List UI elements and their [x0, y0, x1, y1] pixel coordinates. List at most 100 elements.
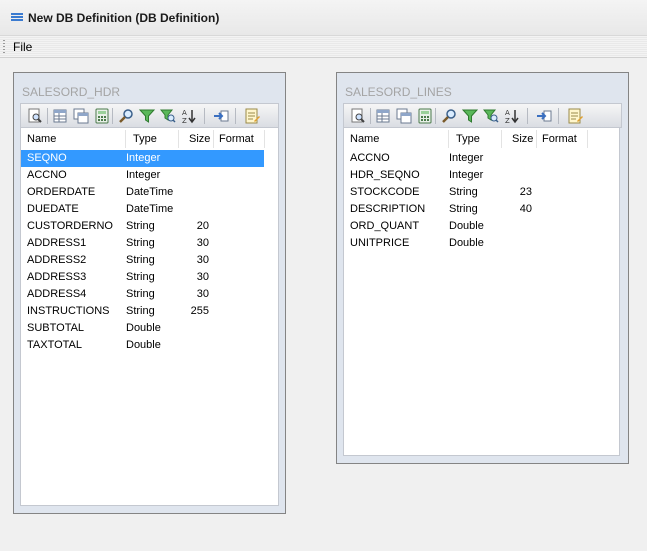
cell-size: 30 — [196, 271, 209, 283]
table-row[interactable]: ADDRESS4 String 30 — [21, 286, 264, 303]
table-row[interactable]: ACCNO Integer — [21, 167, 264, 184]
table-title: SALESORD_LINES — [345, 85, 452, 99]
table-row[interactable]: HDR_SEQNO Integer — [344, 167, 621, 184]
column-header-size[interactable]: Size — [512, 133, 533, 145]
search-icon[interactable] — [440, 107, 458, 125]
column-header-type[interactable]: Type — [456, 133, 480, 145]
table-row[interactable]: DUEDATE DateTime — [21, 201, 264, 218]
cell-size: 30 — [196, 237, 209, 249]
cell-type: DateTime — [126, 203, 174, 215]
svg-text:A: A — [505, 109, 510, 117]
fields-grid[interactable]: Name Type Size Format SEQNO Integer ACCNO I… — [20, 128, 279, 506]
column-header-name[interactable]: Name — [27, 133, 56, 145]
cell-type: String — [449, 203, 478, 215]
cell-type: String — [126, 254, 155, 266]
cell-size: 30 — [196, 288, 209, 300]
preview-icon[interactable] — [349, 107, 367, 125]
import-icon[interactable] — [535, 107, 553, 125]
sort-az-icon[interactable]: AZ — [503, 107, 521, 125]
table-panel-salesord-hdr: SALESORD_HDR AZ Name Type Size Format SE… — [13, 72, 286, 514]
cell-name: DUEDATE — [27, 203, 79, 215]
cell-type: Double — [449, 237, 484, 249]
toolbar-separator — [558, 108, 559, 124]
table-row[interactable]: ACCNO Integer — [344, 150, 621, 167]
cell-name: ORDERDATE — [27, 186, 96, 198]
table-toolbar: AZ — [343, 103, 622, 128]
table-row[interactable]: DESCRIPTION String 40 — [344, 201, 621, 218]
grid-header: Name Type Size Format — [21, 128, 278, 150]
preview-icon[interactable] — [26, 107, 44, 125]
notes-icon[interactable] — [243, 107, 261, 125]
cell-name: ORD_QUANT — [350, 220, 420, 232]
cell-type: String — [126, 237, 155, 249]
filter-icon[interactable] — [138, 107, 156, 125]
table-row[interactable]: SUBTOTAL Double — [21, 320, 264, 337]
cell-name: ADDRESS4 — [27, 288, 87, 300]
grid-icon[interactable] — [51, 107, 69, 125]
menu-grip-icon[interactable] — [3, 40, 5, 53]
db-definition-icon — [11, 13, 23, 22]
fields-grid[interactable]: Name Type Size Format ACCNO Integer HDR_SE… — [343, 128, 620, 456]
table-toolbar: AZ — [20, 103, 279, 128]
table-row[interactable]: ADDRESS3 String 30 — [21, 269, 264, 286]
table-row[interactable]: UNITPRICE Double — [344, 235, 621, 252]
cell-name: ADDRESS3 — [27, 271, 87, 283]
cell-name: ADDRESS2 — [27, 254, 87, 266]
toolbar-separator — [370, 108, 371, 124]
column-header-type[interactable]: Type — [133, 133, 157, 145]
cell-name: ACCNO — [27, 169, 67, 181]
table-row[interactable]: STOCKCODE String 23 — [344, 184, 621, 201]
cell-size: 20 — [196, 220, 209, 232]
table-row[interactable]: ORD_QUANT Double — [344, 218, 621, 235]
toolbar-separator — [527, 108, 528, 124]
cell-type: Double — [126, 339, 161, 351]
find-filter-icon[interactable] — [482, 107, 500, 125]
find-filter-icon[interactable] — [159, 107, 177, 125]
import-icon[interactable] — [212, 107, 230, 125]
toolbar-separator — [235, 108, 236, 124]
window-titlebar: New DB Definition (DB Definition) — [0, 0, 647, 36]
column-header-name[interactable]: Name — [350, 133, 379, 145]
cell-name: INSTRUCTIONS — [27, 305, 110, 317]
table-row[interactable]: ORDERDATE DateTime — [21, 184, 264, 201]
toolbar-separator — [435, 108, 436, 124]
toolbar-separator — [204, 108, 205, 124]
menu-file[interactable]: File — [13, 39, 32, 55]
cell-type: DateTime — [126, 186, 174, 198]
table-row[interactable]: SEQNO Integer — [21, 150, 264, 167]
cell-name: SUBTOTAL — [27, 322, 85, 334]
cell-name: ACCNO — [350, 152, 390, 164]
table-row[interactable]: CUSTORDERNO String 20 — [21, 218, 264, 235]
grid-icon[interactable] — [374, 107, 392, 125]
table-title: SALESORD_HDR — [22, 85, 121, 99]
cell-type: Double — [126, 322, 161, 334]
menu-bar: File — [0, 36, 647, 58]
copy-grid-icon[interactable] — [395, 107, 413, 125]
sort-az-icon[interactable]: AZ — [180, 107, 198, 125]
cell-type: Integer — [449, 169, 484, 181]
table-row[interactable]: ADDRESS2 String 30 — [21, 252, 264, 269]
cell-type: Double — [449, 220, 484, 232]
cell-type: String — [126, 305, 155, 317]
copy-grid-icon[interactable] — [72, 107, 90, 125]
table-panel-salesord-lines: SALESORD_LINES AZ Name Type Size Format … — [336, 72, 629, 464]
filter-icon[interactable] — [461, 107, 479, 125]
cell-name: SEQNO — [27, 152, 67, 164]
column-header-size[interactable]: Size — [189, 133, 210, 145]
toolbar-separator — [112, 108, 113, 124]
table-row[interactable]: INSTRUCTIONS String 255 — [21, 303, 264, 320]
calculator-icon[interactable] — [93, 107, 111, 125]
search-icon[interactable] — [117, 107, 135, 125]
calculator-icon[interactable] — [416, 107, 434, 125]
cell-name: DESCRIPTION — [350, 203, 426, 215]
column-header-format[interactable]: Format — [219, 133, 254, 145]
cell-type: Integer — [126, 152, 161, 164]
cell-type: String — [126, 271, 155, 283]
cell-name: CUSTORDERNO — [27, 220, 113, 232]
cell-size: 30 — [196, 254, 209, 266]
window-title: New DB Definition (DB Definition) — [28, 11, 220, 25]
notes-icon[interactable] — [566, 107, 584, 125]
table-row[interactable]: TAXTOTAL Double — [21, 337, 264, 354]
table-row[interactable]: ADDRESS1 String 30 — [21, 235, 264, 252]
column-header-format[interactable]: Format — [542, 133, 577, 145]
